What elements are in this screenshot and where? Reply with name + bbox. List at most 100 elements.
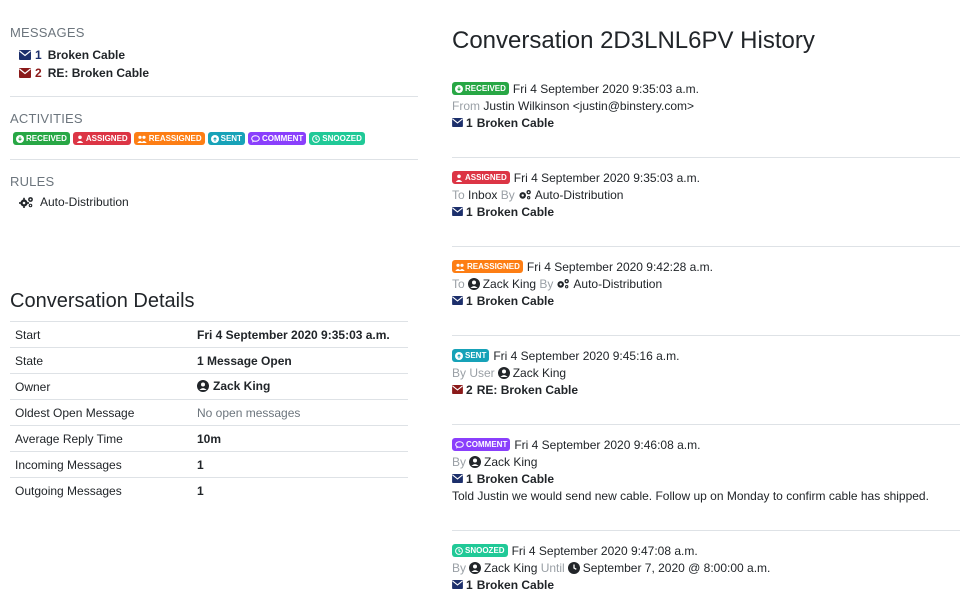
rule-auto-distribution[interactable]: Auto-Distribution	[10, 195, 418, 209]
badge-received: RECEIVED	[452, 82, 509, 95]
from-label: From	[452, 98, 480, 113]
detail-key: Owner	[10, 373, 192, 400]
to-value: Inbox	[468, 187, 498, 202]
detail-key: Start	[10, 321, 192, 348]
by-value: Auto-Distribution	[534, 187, 624, 202]
message-number: 1	[35, 48, 42, 62]
table-row: Incoming Messages 1	[10, 451, 408, 478]
comment-text: Told Justin we would send new cable. Fol…	[452, 488, 929, 503]
detail-value: 1	[192, 451, 408, 478]
table-row: State 1 Message Open	[10, 347, 408, 374]
activities-section: ACTIVITIES RECEIVED ASSIGNED REASSIGNED …	[10, 97, 418, 160]
badge-reassigned: REASSIGNED	[452, 260, 523, 273]
detail-key: Outgoing Messages	[10, 477, 192, 504]
message-link[interactable]: 2 RE: Broken Cable	[452, 381, 960, 398]
message-subject: Broken Cable	[47, 48, 126, 62]
badge-snoozed[interactable]: SNOOZED	[309, 132, 365, 145]
event-timestamp: Fri 4 September 2020 9:42:28 a.m.	[526, 259, 714, 274]
to-label: To	[452, 276, 465, 291]
detail-key: State	[10, 347, 192, 374]
activity-filter-badges: RECEIVED ASSIGNED REASSIGNED SENT COMMEN…	[10, 132, 418, 145]
by-value: Auto-Distribution	[573, 276, 663, 291]
badge-comment: COMMENT	[452, 438, 511, 451]
badge-assigned[interactable]: ASSIGNED	[72, 132, 131, 145]
message-link[interactable]: 1 Broken Cable	[452, 470, 960, 487]
user-circle-icon	[497, 366, 510, 379]
sidebar: MESSAGES 1 Broken Cable 2 RE: Broken Cab…	[10, 0, 418, 209]
table-row: Start Fri 4 September 2020 9:35:03 a.m.	[10, 321, 408, 348]
gears-icon	[556, 278, 570, 289]
messages-section: MESSAGES 1 Broken Cable 2 RE: Broken Cab…	[10, 0, 418, 97]
event-timestamp: Fri 4 September 2020 9:47:08 a.m.	[511, 543, 698, 558]
badge-snoozed: SNOOZED	[452, 544, 508, 557]
event-timestamp: Fri 4 September 2020 9:46:08 a.m.	[514, 437, 701, 452]
until-label: Until	[540, 560, 565, 575]
clock-icon	[455, 546, 463, 555]
detail-value: 1 Message Open	[192, 347, 408, 374]
until-value: September 7, 2020 @ 8:00:00 a.m.	[582, 560, 771, 575]
message-subject: RE: Broken Cable	[47, 66, 150, 80]
detail-key: Incoming Messages	[10, 451, 192, 478]
history-event-snoozed: SNOOZED Fri 4 September 2020 9:47:08 a.m…	[452, 531, 960, 597]
envelope-icon	[452, 207, 463, 216]
upload-circle-icon	[455, 351, 463, 360]
conversation-details-table: Start Fri 4 September 2020 9:35:03 a.m. …	[10, 321, 408, 504]
by-value: Zack King	[484, 560, 538, 575]
message-link[interactable]: 1 Broken Cable	[452, 114, 960, 131]
envelope-icon	[452, 296, 463, 305]
history-event-reassigned: REASSIGNED Fri 4 September 2020 9:42:28 …	[452, 247, 960, 336]
history-event-received: RECEIVED Fri 4 September 2020 9:35:03 a.…	[452, 67, 960, 158]
envelope-icon	[452, 474, 463, 483]
comment-icon	[251, 134, 260, 143]
table-row: Outgoing Messages 1	[10, 477, 408, 504]
users-icon	[137, 135, 147, 143]
user-circle-icon	[197, 379, 209, 392]
history-panel: Conversation 2D3LNL6PV History RECEIVED …	[452, 0, 960, 597]
comment-icon	[455, 440, 464, 449]
history-event-sent: SENT Fri 4 September 2020 9:45:16 a.m. B…	[452, 336, 960, 425]
history-event-assigned: ASSIGNED Fri 4 September 2020 9:35:03 a.…	[452, 158, 960, 247]
envelope-icon	[452, 385, 463, 394]
event-timestamp: Fri 4 September 2020 9:45:16 a.m.	[493, 348, 680, 363]
user-icon	[455, 174, 463, 182]
by-value: Zack King	[484, 454, 538, 469]
user-circle-icon	[469, 561, 482, 574]
by-label: By	[452, 560, 467, 575]
message-link[interactable]: 1 Broken Cable	[452, 203, 960, 220]
to-value: Zack King	[482, 276, 537, 291]
badge-assigned: ASSIGNED	[452, 171, 510, 184]
rules-section: RULES Auto-Distribution	[10, 160, 418, 209]
upload-circle-icon	[210, 134, 219, 143]
gears-icon	[518, 189, 532, 200]
badge-sent: SENT	[452, 349, 490, 362]
badge-reassigned[interactable]: REASSIGNED	[133, 132, 205, 145]
user-icon	[76, 135, 84, 143]
activities-title: ACTIVITIES	[10, 111, 83, 126]
detail-value: 1	[192, 477, 408, 504]
from-value: Justin Wilkinson <justin@binstery.com>	[483, 98, 695, 113]
by-value: Zack King	[512, 365, 567, 380]
by-label: By	[500, 187, 515, 202]
message-link[interactable]: 1 Broken Cable	[452, 576, 960, 593]
rule-label: Auto-Distribution	[40, 195, 129, 209]
detail-key: Oldest Open Message	[10, 399, 192, 426]
download-circle-icon	[455, 84, 463, 93]
detail-value: Fri 4 September 2020 9:35:03 a.m.	[192, 321, 408, 348]
message-link-2[interactable]: 2 RE: Broken Cable	[10, 64, 418, 82]
table-row: Oldest Open Message No open messages	[10, 399, 408, 426]
badge-received[interactable]: RECEIVED	[13, 132, 70, 145]
clock-icon	[312, 134, 321, 143]
badge-sent[interactable]: SENT	[207, 132, 245, 145]
message-link-1[interactable]: 1 Broken Cable	[10, 46, 418, 64]
history-event-comment: COMMENT Fri 4 September 2020 9:46:08 a.m…	[452, 425, 960, 531]
detail-value: No open messages	[192, 399, 408, 426]
detail-value-owner[interactable]: Zack King	[192, 373, 408, 400]
table-row: Average Reply Time 10m	[10, 425, 408, 452]
users-icon	[455, 263, 465, 271]
envelope-icon	[19, 50, 31, 60]
conversation-details-title: Conversation Details	[10, 290, 195, 312]
clock-icon	[567, 561, 580, 574]
badge-comment[interactable]: COMMENT	[247, 132, 307, 145]
message-link[interactable]: 1 Broken Cable	[452, 292, 960, 309]
history-title: Conversation 2D3LNL6PV History	[452, 27, 815, 54]
